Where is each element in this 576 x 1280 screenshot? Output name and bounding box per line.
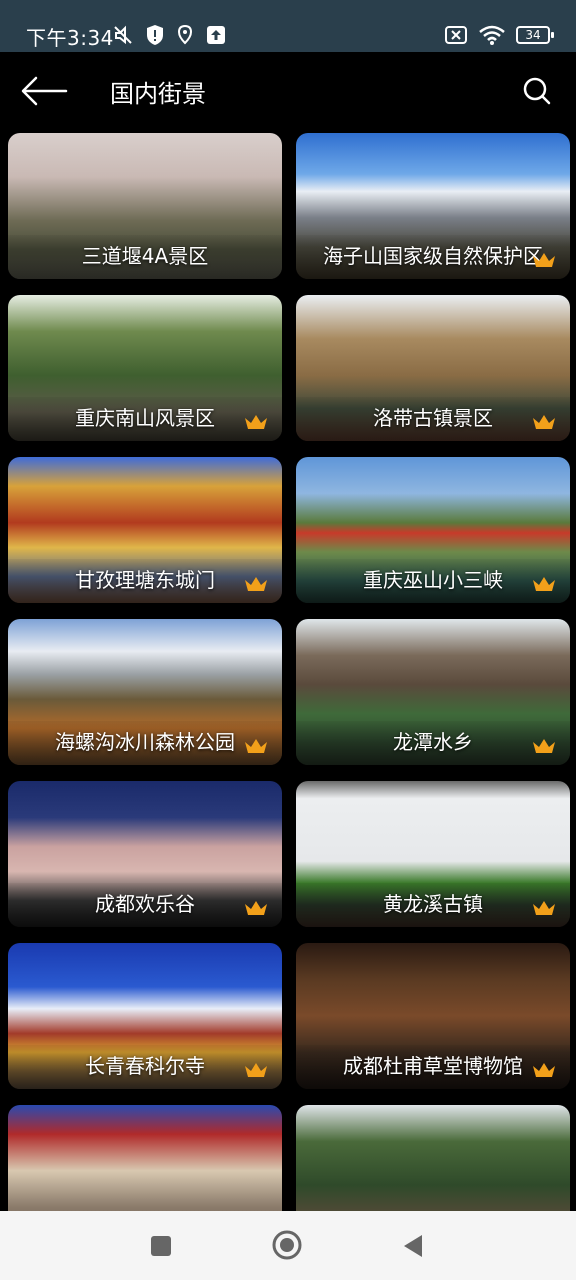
attraction-card[interactable] <box>8 1105 282 1211</box>
status-time: 下午3:34 <box>26 26 114 50</box>
vip-crown-icon <box>533 415 555 429</box>
vip-crown-icon <box>533 1063 555 1077</box>
shield-icon <box>147 25 163 45</box>
app-bar: 国内街景 <box>0 52 576 128</box>
attraction-card[interactable]: 重庆南山风景区 <box>8 295 282 441</box>
attraction-name: 甘孜理塘东城门 <box>75 568 215 592</box>
wifi-icon <box>479 25 505 45</box>
attraction-name: 三道堰4A景区 <box>81 244 209 268</box>
system-nav-bar <box>0 1211 576 1280</box>
vip-crown-icon <box>533 577 555 591</box>
attraction-card[interactable]: 黄龙溪古镇 <box>296 781 570 927</box>
attraction-card[interactable]: 成都欢乐谷 <box>8 781 282 927</box>
attraction-grid: 三道堰4A景区 海子山国家级自然保护区 重庆南山风景区 洛带古镇景区 甘孜理塘东… <box>8 133 570 1211</box>
vip-crown-icon <box>245 415 267 429</box>
attraction-name: 海螺沟冰川森林公园 <box>55 730 235 754</box>
attraction-card[interactable]: 三道堰4A景区 <box>8 133 282 279</box>
recent-apps-button[interactable] <box>151 1236 171 1256</box>
back-arrow-icon[interactable] <box>18 72 70 110</box>
attraction-name: 海子山国家级自然保护区 <box>323 244 543 268</box>
attraction-name: 黄龙溪古镇 <box>383 892 483 916</box>
attraction-name: 长青春科尔寺 <box>85 1054 205 1078</box>
attraction-card[interactable]: 洛带古镇景区 <box>296 295 570 441</box>
attraction-name: 洛带古镇景区 <box>373 406 493 430</box>
page-title: 国内街景 <box>110 80 206 108</box>
attraction-name: 成都欢乐谷 <box>95 892 195 916</box>
mute-icon <box>114 25 132 45</box>
no-sim-icon <box>445 26 467 44</box>
vip-crown-icon <box>245 1063 267 1077</box>
attraction-name: 龙潭水乡 <box>393 730 473 754</box>
attraction-card[interactable]: 长青春科尔寺 <box>8 943 282 1089</box>
upload-icon <box>207 26 225 44</box>
attraction-card[interactable] <box>296 1105 570 1211</box>
attraction-image <box>8 1105 282 1211</box>
attraction-card[interactable]: 海子山国家级自然保护区 <box>296 133 570 279</box>
search-icon[interactable] <box>518 72 556 110</box>
attraction-name: 成都杜甫草堂博物馆 <box>343 1054 523 1078</box>
attraction-card[interactable]: 龙潭水乡 <box>296 619 570 765</box>
attraction-image <box>296 1105 570 1211</box>
back-triangle-icon[interactable] <box>402 1233 424 1259</box>
vip-crown-icon <box>245 739 267 753</box>
attraction-card[interactable]: 重庆巫山小三峡 <box>296 457 570 603</box>
vip-crown-icon <box>533 253 555 267</box>
vip-crown-icon <box>245 577 267 591</box>
attraction-card[interactable]: 海螺沟冰川森林公园 <box>8 619 282 765</box>
attraction-card[interactable]: 成都杜甫草堂博物馆 <box>296 943 570 1089</box>
location-icon <box>177 24 193 45</box>
attraction-name: 重庆巫山小三峡 <box>363 568 503 592</box>
status-bar: 下午3:34 34 <box>0 0 576 52</box>
vip-crown-icon <box>245 901 267 915</box>
attraction-card[interactable]: 甘孜理塘东城门 <box>8 457 282 603</box>
attraction-name: 重庆南山风景区 <box>75 406 215 430</box>
vip-crown-icon <box>533 901 555 915</box>
battery-icon: 34 <box>516 26 554 44</box>
home-button[interactable] <box>272 1230 302 1260</box>
vip-crown-icon <box>533 739 555 753</box>
